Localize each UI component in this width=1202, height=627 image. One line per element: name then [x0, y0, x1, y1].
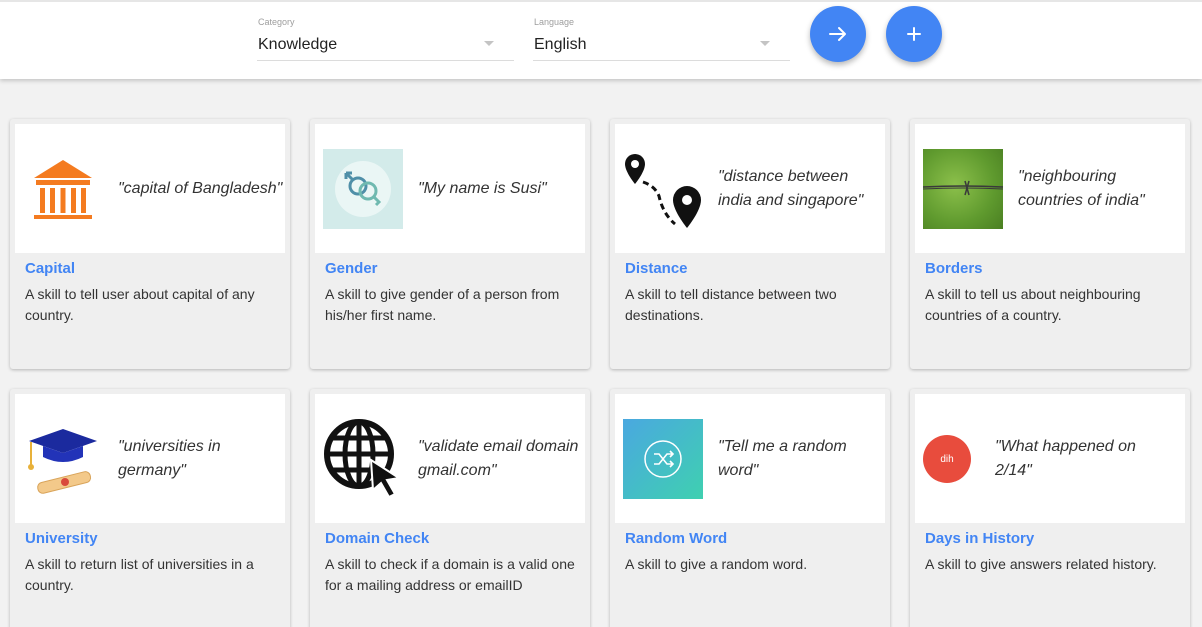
- skill-description: A skill to give a random word.: [625, 556, 808, 572]
- graduation-cap-icon: [23, 419, 103, 499]
- skill-card-panel: "distance between india and singapore": [615, 124, 885, 253]
- skill-card-distance[interactable]: "distance between india and singapore" D…: [610, 119, 890, 369]
- skill-title[interactable]: University: [25, 530, 98, 547]
- dih-avatar: dih: [923, 435, 971, 483]
- skill-title[interactable]: Domain Check: [325, 530, 429, 547]
- skill-title[interactable]: Days in History: [925, 530, 1034, 547]
- skill-description: A skill to give answers related history.: [925, 556, 1157, 572]
- arrow-right-icon: [829, 27, 846, 41]
- example-query: "Tell me a random word": [718, 437, 847, 479]
- category-value: Knowledge: [258, 36, 338, 53]
- skill-card-domain-check[interactable]: "validate email domain gmail.com" Domain…: [310, 389, 590, 627]
- skill-title[interactable]: Gender: [325, 260, 378, 277]
- skill-description: A skill to tell distance between two des…: [625, 286, 837, 323]
- skill-card-borders[interactable]: "neighbouring countries of india" Border…: [910, 119, 1190, 369]
- language-value: English: [534, 36, 587, 53]
- skill-card-panel: "validate email domain gmail.com": [315, 394, 585, 523]
- gender-symbols-icon: [323, 149, 403, 229]
- skill-card-university[interactable]: "universities in germany" University A s…: [10, 389, 290, 627]
- skill-description: A skill to give gender of a person from …: [325, 286, 560, 323]
- skill-card-days-in-history[interactable]: dih "What happened on 2/14" Days in Hist…: [910, 389, 1190, 627]
- language-label: Language: [534, 17, 575, 27]
- language-select[interactable]: Language English: [533, 16, 790, 61]
- chevron-down-icon: [760, 41, 770, 46]
- example-query: "distance between india and singapore": [718, 167, 864, 209]
- skill-description: A skill to return list of universities i…: [25, 556, 254, 593]
- route-pins-icon: [619, 144, 711, 236]
- shuffle-icon: [623, 419, 703, 499]
- skill-card-gender[interactable]: "My name is Susi" Gender A skill to give…: [310, 119, 590, 369]
- category-select[interactable]: Category Knowledge: [257, 16, 514, 61]
- skill-description: A skill to tell us about neighbouring co…: [925, 286, 1141, 323]
- skill-card-panel: "universities in germany": [15, 394, 285, 523]
- top-divider: [0, 0, 1202, 2]
- example-query: "capital of Bangladesh": [118, 179, 283, 197]
- example-query: "neighbouring countries of india": [1018, 167, 1145, 209]
- skill-card-capital[interactable]: "capital of Bangladesh" Capital A skill …: [10, 119, 290, 369]
- skill-card-panel: "My name is Susi": [315, 124, 585, 253]
- skill-card-panel: "neighbouring countries of india": [915, 124, 1185, 253]
- globe-cursor-icon: [321, 416, 405, 500]
- next-button[interactable]: [810, 6, 866, 62]
- top-toolbar: Category Knowledge Language English: [0, 0, 1202, 79]
- avatar-text: dih: [923, 435, 971, 483]
- category-label: Category: [258, 17, 295, 27]
- example-query: "universities in germany": [118, 437, 221, 479]
- skill-card-panel: "capital of Bangladesh": [15, 124, 285, 253]
- example-query: "What happened on 2/14": [995, 437, 1136, 479]
- government-building-icon: [23, 149, 103, 229]
- barbed-wire-image: [923, 149, 1003, 229]
- skill-title[interactable]: Random Word: [625, 530, 727, 547]
- plus-icon: [907, 27, 921, 41]
- skill-card-panel: "Tell me a random word": [615, 394, 885, 523]
- skill-title[interactable]: Distance: [625, 260, 688, 277]
- skill-title[interactable]: Borders: [925, 260, 983, 277]
- skill-description: A skill to check if a domain is a valid …: [325, 556, 575, 593]
- skill-card-panel: dih "What happened on 2/14": [915, 394, 1185, 523]
- chevron-down-icon: [484, 41, 494, 46]
- skill-title[interactable]: Capital: [25, 260, 75, 277]
- example-query: "validate email domain gmail.com": [418, 437, 579, 479]
- add-skill-button[interactable]: [886, 6, 942, 62]
- skill-card-random-word[interactable]: "Tell me a random word" Random Word A sk…: [610, 389, 890, 627]
- example-query: "My name is Susi": [418, 179, 547, 197]
- skill-description: A skill to tell user about capital of an…: [25, 286, 255, 323]
